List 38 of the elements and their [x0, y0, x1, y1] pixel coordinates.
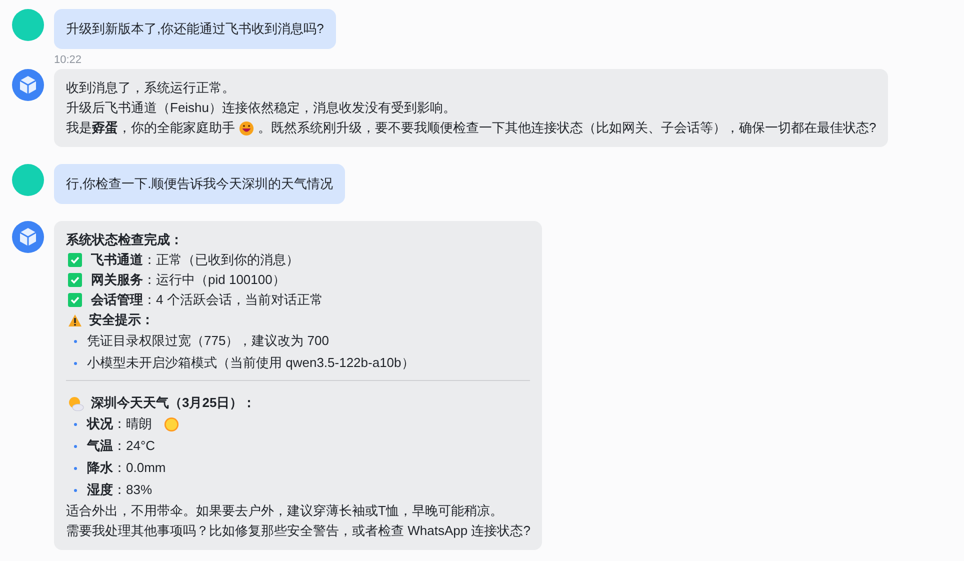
section-heading: 深圳今天天气（3月25日）： — [91, 394, 256, 412]
status-item: 飞书通道：正常（已收到你的消息） — [91, 251, 299, 269]
user-message-bubble: 行,你检查一下.顺便告诉我今天深圳的天气情况 — [54, 164, 346, 204]
message-text: 需要我处理其他事项吗？比如修复那些安全警告，或者检查 WhatsApp 连接状态? — [66, 523, 530, 538]
message-text: 我是孬蛋，你的全能家庭助手 — [66, 119, 235, 137]
message-text: 适合外出，不用带伞。如果要去户外，建议穿薄长袖或T恤，早晚可能稍凉。 — [66, 503, 503, 518]
status-item: 网关服务：运行中（pid 100100） — [91, 271, 286, 289]
checkbox-icon — [68, 253, 82, 267]
warning-icon — [68, 314, 82, 326]
list-item: 气温：24°C — [87, 437, 156, 455]
timestamp: 10:22 — [54, 53, 83, 67]
checkbox-icon — [68, 273, 82, 287]
bullet-icon — [74, 466, 77, 470]
user-message-bubble: 升级到新版本了,你还能通过飞书收到消息吗? — [54, 9, 336, 49]
message-text: 。既然系统刚升级，要不要我顺便检查一下其他连接状态（比如网关、子会话等），确保一切都在最佳状态? — [258, 119, 876, 137]
list-item: 降水：0.0mm — [87, 459, 166, 477]
status-item: 会话管理：4 个活跃会话，当前对话正常 — [91, 291, 323, 309]
bullet-icon — [74, 362, 77, 364]
bullet-icon — [74, 488, 77, 492]
warning-heading: 安全提示： — [89, 311, 154, 329]
user-avatar — [12, 164, 44, 196]
bullet-icon — [74, 444, 77, 448]
user-avatar — [12, 9, 44, 41]
section-heading: 系统状态检查完成： — [66, 232, 183, 247]
list-item: 状况：晴朗 — [87, 415, 152, 433]
bullet-icon — [74, 340, 77, 342]
sun-cloud-icon — [68, 396, 84, 410]
laughing-face-icon — [239, 120, 254, 136]
message-text: 收到消息了，系统运行正常。 — [66, 80, 235, 95]
list-item: 湿度：83% — [87, 481, 152, 499]
list-item: 小模型未开启沙箱模式（当前使用 qwen3.5-122b-a10b） — [87, 354, 414, 372]
bullet-icon — [74, 422, 77, 426]
sun-icon — [164, 416, 179, 432]
list-item: 凭证目录权限过宽（775），建议改为 700 — [87, 332, 329, 350]
bot-avatar-icon — [12, 221, 44, 253]
bot-avatar-icon — [12, 69, 44, 101]
checkbox-icon — [68, 293, 82, 307]
message-text: 升级后飞书通道（Feishu）连接依然稳定，消息收发没有受到影响。 — [66, 100, 456, 115]
